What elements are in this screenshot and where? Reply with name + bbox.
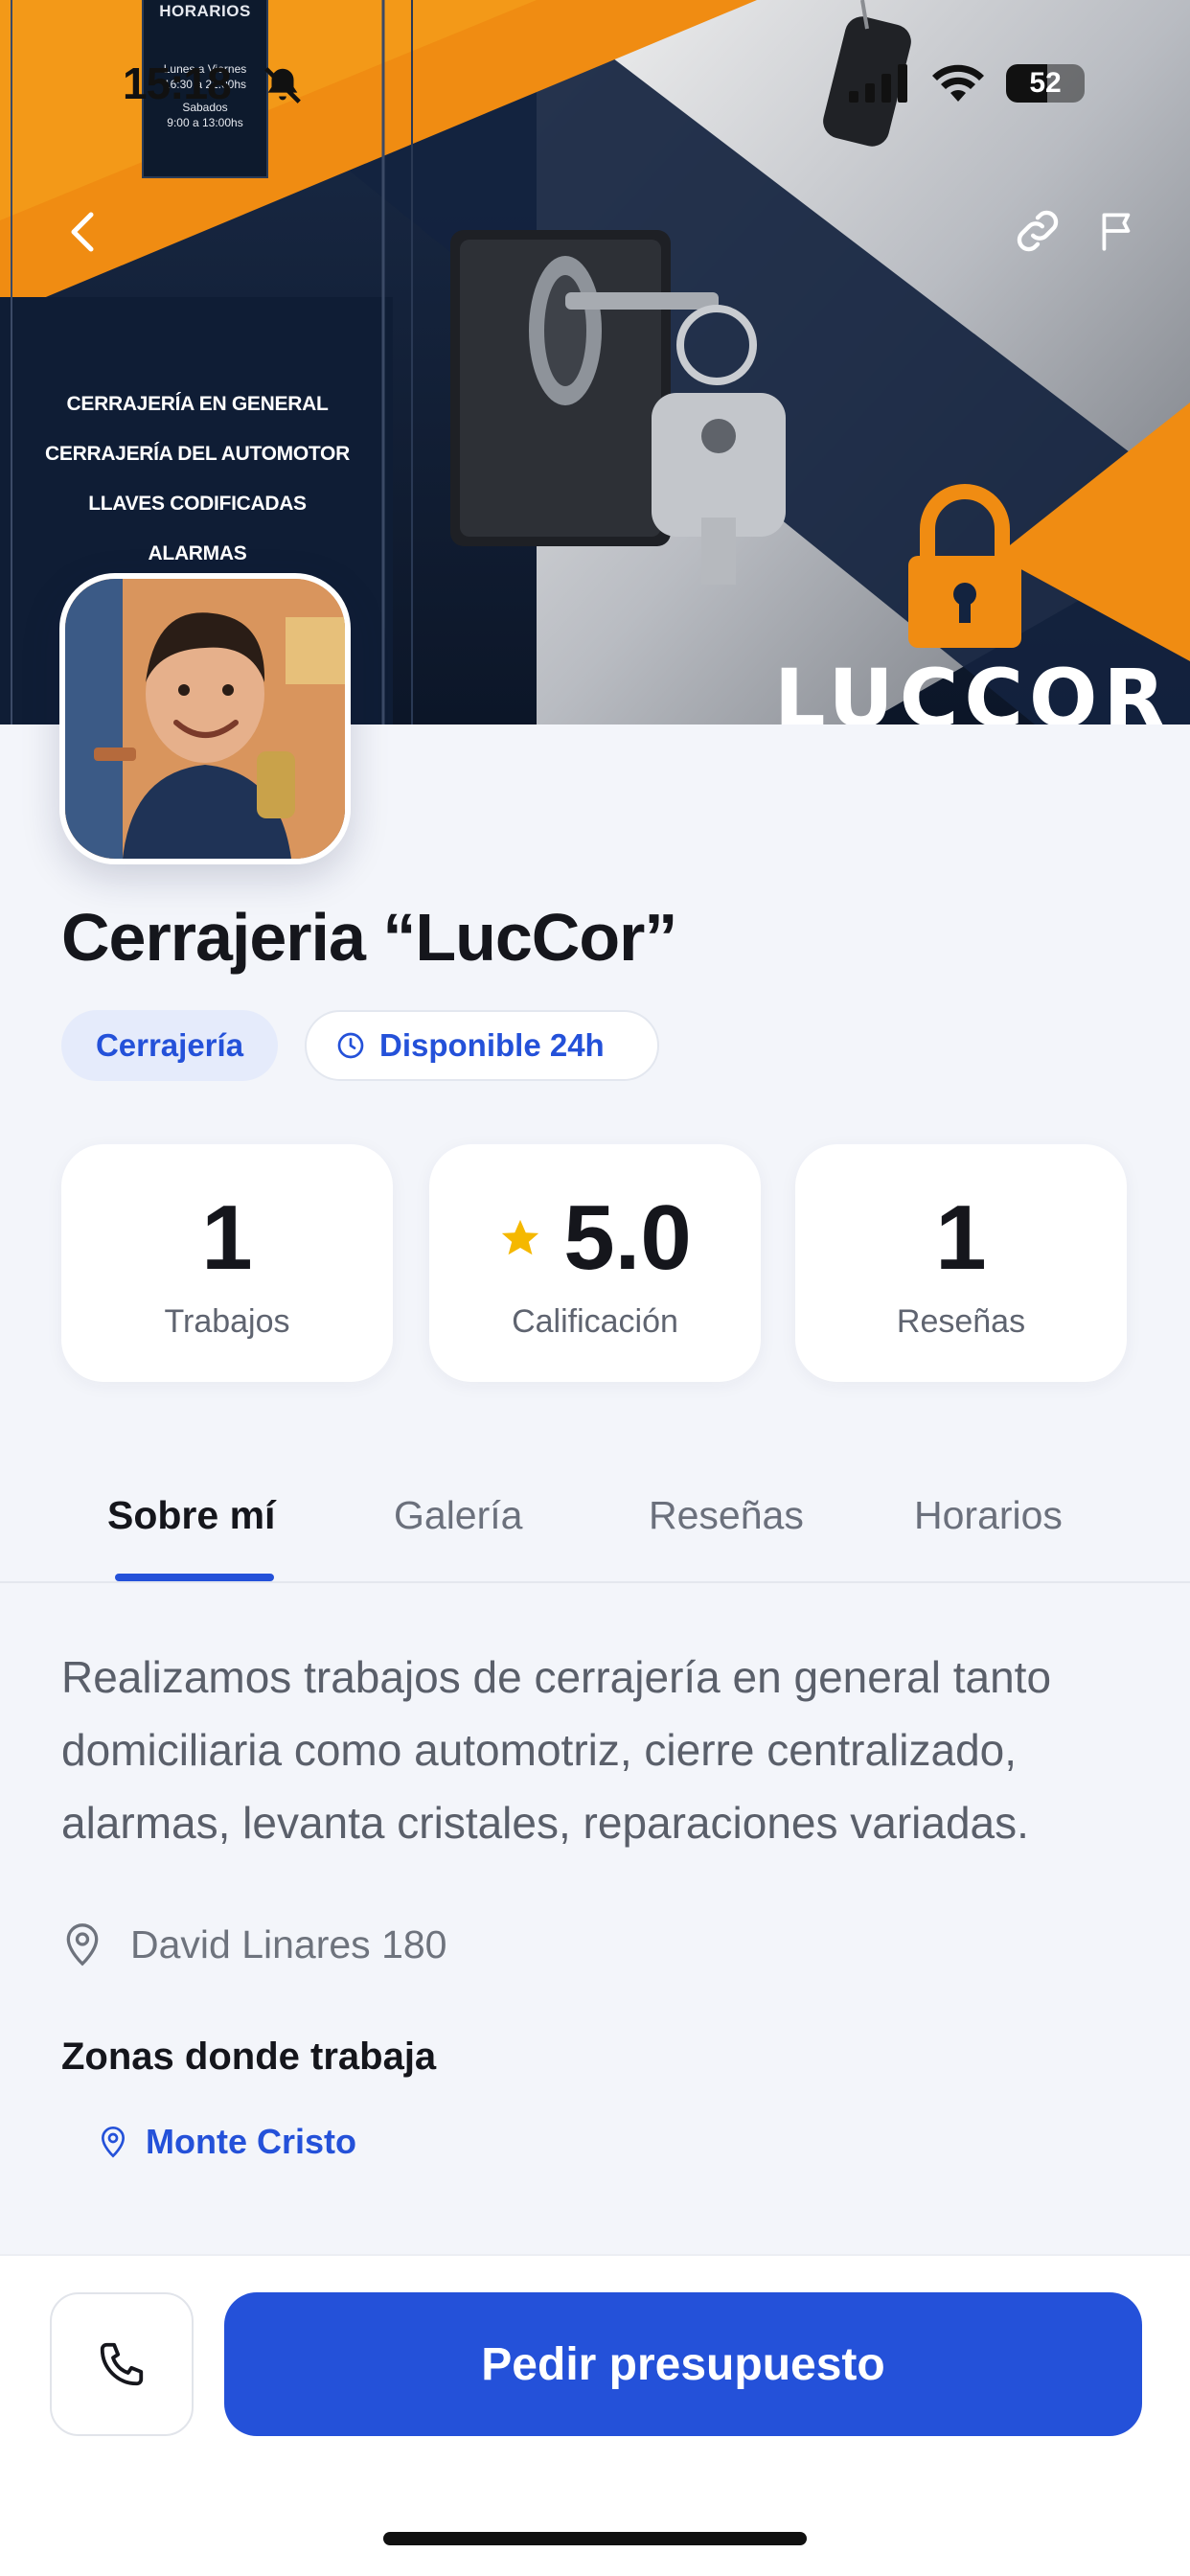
brand-logo-text: LUCCOR: [774, 652, 1172, 724]
stat-label: Reseñas: [896, 1303, 1026, 1340]
tab-gallery[interactable]: Galería: [394, 1493, 522, 1538]
zone-chip: Monte Cristo: [98, 2122, 356, 2162]
report-button[interactable]: [1088, 199, 1148, 263]
stat-value: 5.0: [563, 1186, 692, 1289]
stat-reviews: 1 Reseñas: [795, 1144, 1127, 1382]
tab-reviews[interactable]: Reseñas: [649, 1493, 804, 1538]
availability-label: Disponible 24h: [379, 1027, 605, 1063]
home-indicator: [383, 2532, 807, 2545]
wifi-icon: [932, 64, 984, 102]
avatar-illustration: [65, 579, 345, 859]
zones-heading: Zonas donde trabaja: [61, 2036, 437, 2078]
stat-jobs: 1 Trabajos: [61, 1144, 393, 1382]
location-pin-icon: [66, 1923, 99, 1966]
chevron-left-icon: [71, 212, 94, 252]
business-name: Cerrajeria “LucCor”: [61, 900, 677, 975]
request-quote-label: Pedir presupuesto: [481, 2338, 885, 2390]
stat-value: 1: [201, 1186, 253, 1289]
action-bar: Pedir presupuesto: [0, 2254, 1190, 2576]
back-button[interactable]: [56, 199, 109, 264]
stat-label: Calificación: [512, 1303, 678, 1340]
link-icon: [1017, 210, 1059, 252]
battery-level: 52: [1029, 67, 1062, 99]
call-button[interactable]: [50, 2292, 194, 2436]
location-pin-icon: [101, 2127, 126, 2158]
hours-line: 9:00 a 13:00hs: [167, 116, 243, 129]
cellular-signal-icon: [849, 64, 907, 103]
silent-bell-icon: [261, 63, 305, 112]
stat-label: Trabajos: [164, 1303, 290, 1340]
battery-icon: 52: [1006, 64, 1085, 103]
services-list: CERRAJERÍA EN GENERAL CERRAJERÍA DEL AUT…: [17, 385, 378, 585]
status-time: 15:18: [123, 58, 232, 108]
phone-icon: [100, 2342, 144, 2386]
service-item: LLAVES CODIFICADAS: [88, 493, 307, 515]
active-tab-indicator: [115, 1574, 274, 1581]
request-quote-button[interactable]: Pedir presupuesto: [224, 2292, 1142, 2436]
service-item: CERRAJERÍA DEL AUTOMOTOR: [45, 443, 350, 465]
category-badge: Cerrajería: [61, 1010, 278, 1081]
address-text: David Linares 180: [130, 1921, 447, 1966]
category-badge-label: Cerrajería: [95, 1027, 244, 1063]
stat-rating: 5.0 Calificación: [429, 1144, 761, 1382]
tab-about[interactable]: Sobre mí: [107, 1493, 275, 1538]
service-item: CERRAJERÍA EN GENERAL: [66, 393, 329, 415]
clock-icon: [337, 1032, 364, 1059]
availability-badge: Disponible 24h: [305, 1010, 659, 1081]
hours-sign-title: HORARIOS: [159, 2, 251, 20]
profile-tabs: Sobre mí Galería Reseñas Horarios: [0, 1457, 1190, 1583]
zone-label: Monte Cristo: [146, 2122, 356, 2161]
address-row: David Linares 180: [61, 1920, 446, 1968]
star-icon: [502, 1219, 539, 1255]
profile-avatar: [59, 573, 351, 864]
status-indicators: 52: [849, 63, 1085, 104]
about-description: Realizamos trabajos de cerrajería en gen…: [61, 1652, 1052, 1848]
tab-hours[interactable]: Horarios: [914, 1493, 1063, 1538]
flag-icon: [1102, 213, 1131, 251]
share-link-button[interactable]: [1006, 199, 1069, 263]
stat-value: 1: [935, 1186, 987, 1289]
